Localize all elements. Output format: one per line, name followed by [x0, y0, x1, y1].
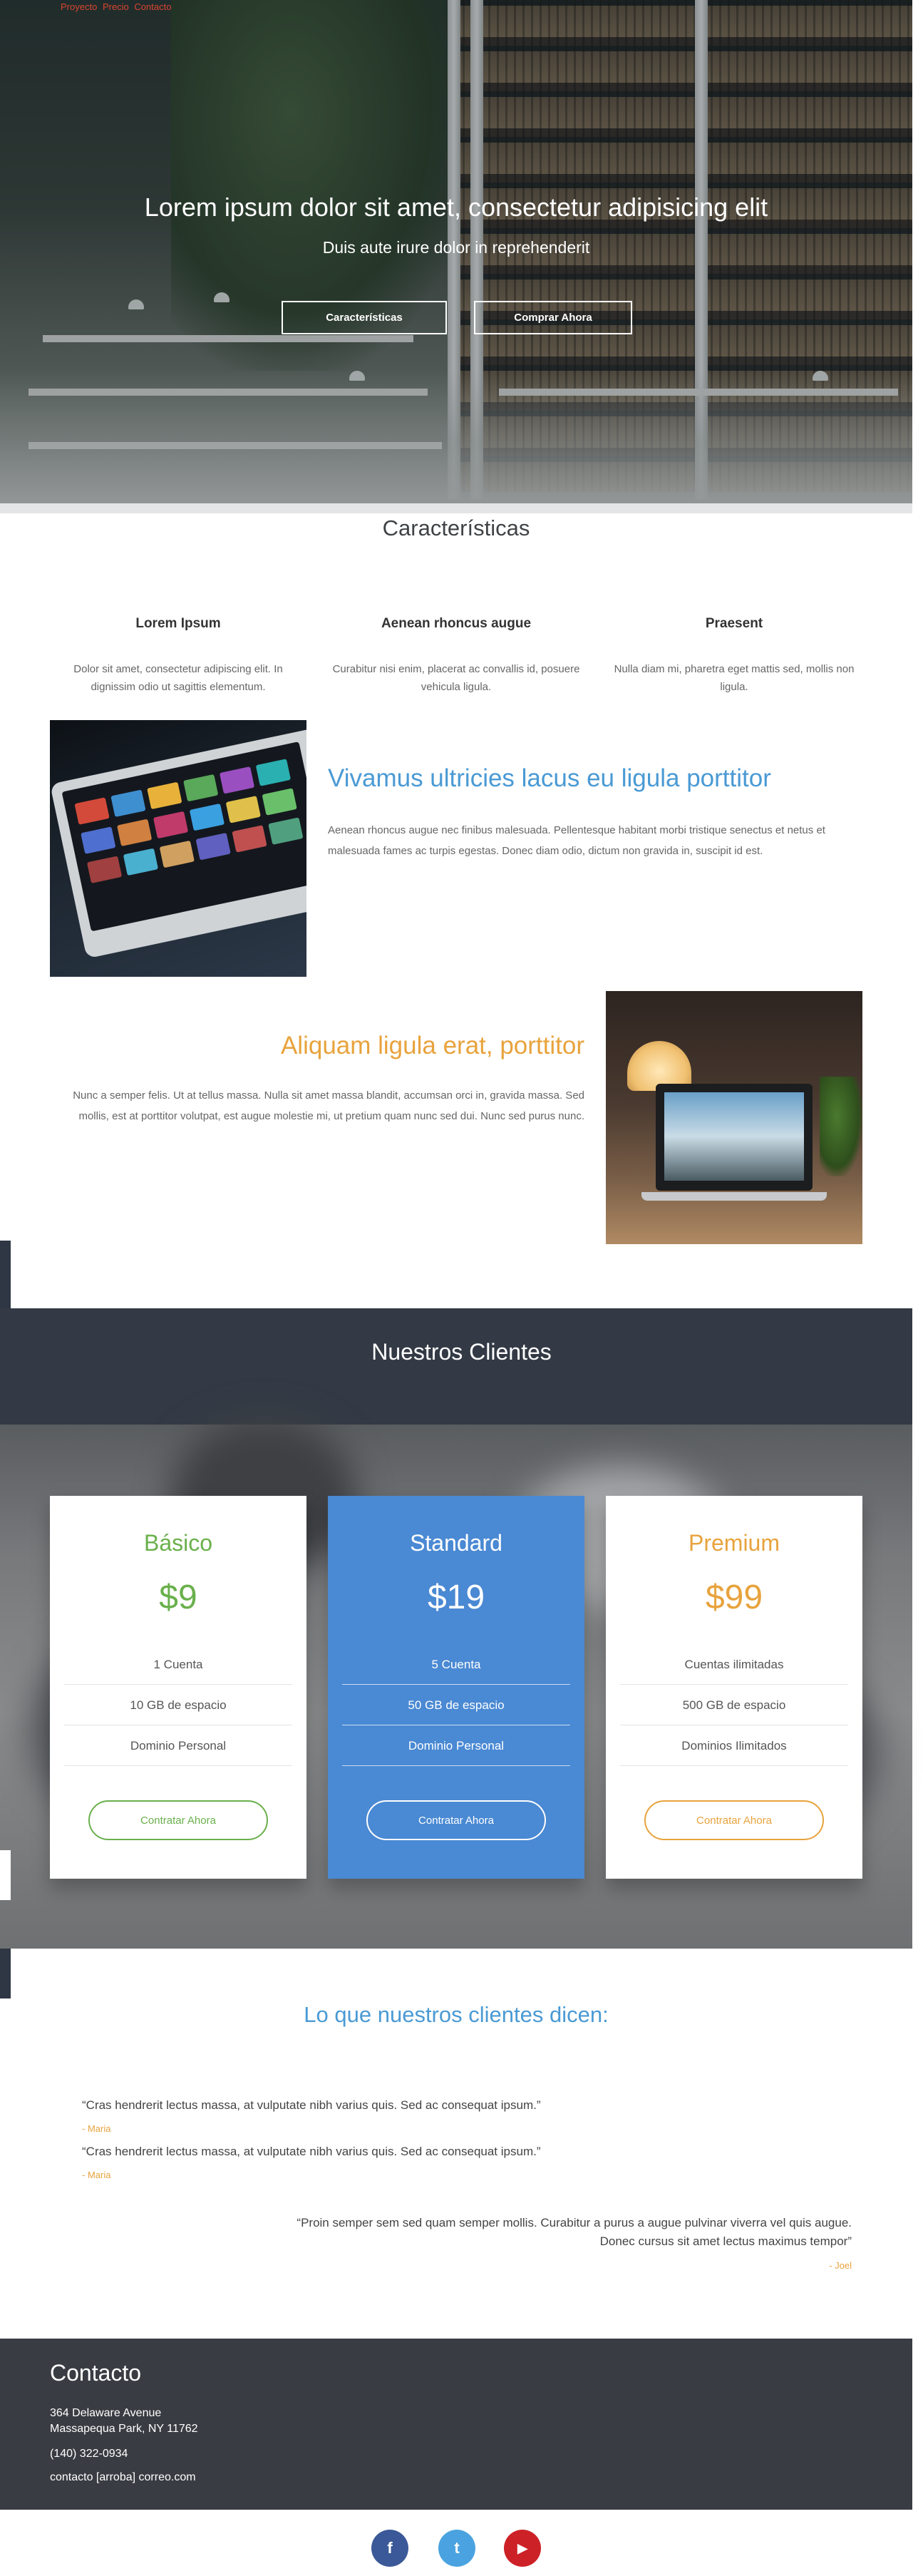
app-tile [195, 833, 231, 861]
laptop-base [641, 1192, 827, 1201]
plan-card-premium: Premium $99 Cuentas ilimitadas 500 GB de… [606, 1496, 862, 1879]
app-tile [159, 840, 195, 868]
plan-features: Cuentas ilimitadas 500 GB de espacio Dom… [620, 1644, 848, 1766]
plan-features: 5 Cuenta 50 GB de espacio Dominio Person… [342, 1644, 570, 1766]
plan-card-standard: Standard $19 5 Cuenta 50 GB de espacio D… [328, 1496, 584, 1879]
plan-name: Standard [410, 1530, 502, 1556]
testimonial-quote: “Cras hendrerit lectus massa, at vulputa… [82, 2145, 541, 2158]
app-tile [219, 766, 255, 794]
tablet-screen [61, 742, 306, 932]
contact-address-line1: 364 Delaware Avenue [50, 2407, 162, 2419]
hire-button-basico[interactable]: Contratar Ahora [88, 1800, 268, 1840]
feature-title: Praesent [705, 616, 763, 631]
plan-feature: Dominio Personal [64, 1725, 292, 1766]
app-tile [110, 789, 146, 817]
app-tile [225, 796, 261, 823]
left-edge-strip [0, 1308, 11, 1425]
contact-title: Contacto [50, 2360, 142, 2386]
feature-title: Lorem Ipsum [135, 616, 221, 631]
app-tile [189, 803, 225, 831]
app-tile [153, 811, 189, 839]
plan-feature: Dominios Ilimitados [620, 1725, 848, 1766]
plan-name: Básico [143, 1530, 213, 1556]
left-edge-gap [0, 1850, 11, 1900]
media-title: Aliquam ligula erat, porttitor [280, 1032, 584, 1059]
feature-item: Praesent Nulla diam mi, pharetra eget ma… [609, 616, 859, 696]
features-button[interactable]: Características [282, 301, 447, 334]
hire-button-standard[interactable]: Contratar Ahora [366, 1800, 546, 1840]
clients-title: Nuestros Clientes [371, 1339, 552, 1365]
facebook-glyph: f [387, 2539, 393, 2557]
feature-item: Aenean rhoncus augue Curabitur nisi enim… [331, 616, 581, 696]
app-tile [86, 856, 123, 883]
top-nav: Proyecto Precio Contacto [61, 1, 174, 12]
laptop-photo [606, 991, 862, 1244]
app-tile [147, 781, 182, 810]
plan-price: $9 [159, 1579, 197, 1616]
testimonials-title: Lo que nuestros clientes dicen: [304, 2002, 609, 2027]
plant-icon [820, 1077, 862, 1176]
app-tile [117, 819, 153, 847]
laptop-device [656, 1084, 813, 1191]
nav-link-contacto[interactable]: Contacto [134, 1, 171, 12]
plan-feature: 1 Cuenta [64, 1644, 292, 1685]
testimonial-author: - Maria [82, 2170, 111, 2180]
feature-text: Curabitur nisi enim, placerat ac convall… [332, 663, 580, 693]
app-tile [123, 848, 159, 876]
nav-link-precio[interactable]: Precio [103, 1, 129, 12]
feature-text: Dolor sit amet, consectetur adipiscing e… [73, 663, 283, 693]
plan-feature: Cuentas ilimitadas [620, 1644, 848, 1685]
tablet-device [50, 726, 306, 959]
facebook-icon[interactable]: f [371, 2530, 408, 2567]
plan-feature: 50 GB de espacio [342, 1685, 570, 1725]
media-text: Nunc a semper felis. Ut at tellus massa.… [73, 1089, 584, 1122]
contact-email: contacto [arroba] correo.com [50, 2471, 196, 2483]
hire-button-premium[interactable]: Contratar Ahora [644, 1800, 824, 1840]
media-title: Vivamus ultricies lacus eu ligula portti… [328, 764, 771, 792]
media-text: Aenean rhoncus augue nec finibus malesua… [328, 824, 825, 857]
app-tile [232, 825, 267, 853]
hero-subtitle: Duis aute irure dolor in reprehenderit [322, 238, 590, 257]
plan-price: $99 [705, 1579, 763, 1616]
feature-item: Lorem Ipsum Dolor sit amet, consectetur … [53, 616, 303, 696]
youtube-glyph: ▶ [517, 2540, 527, 2555]
feature-title: Aenean rhoncus augue [381, 616, 532, 631]
app-tile [262, 788, 297, 816]
plan-feature: 10 GB de espacio [64, 1685, 292, 1725]
app-tile [81, 826, 116, 854]
left-edge-strip [0, 1241, 11, 1308]
twitter-icon[interactable]: t [438, 2530, 475, 2567]
contact-phone: (140) 322-0934 [50, 2448, 128, 2460]
testimonial-quote: “Cras hendrerit lectus massa, at vulputa… [82, 2098, 541, 2112]
youtube-icon[interactable]: ▶ [504, 2530, 541, 2567]
feature-text: Nulla diam mi, pharetra eget mattis sed,… [614, 663, 855, 693]
app-tile [268, 817, 304, 845]
app-tile [255, 759, 292, 786]
nav-link-proyecto[interactable]: Proyecto [61, 1, 97, 12]
testimonial-quote: “Proin semper sem sed quam semper mollis… [297, 2216, 852, 2248]
plan-feature: 500 GB de espacio [620, 1685, 848, 1725]
testimonial-author: - Maria [82, 2123, 111, 2134]
plan-name: Premium [688, 1530, 780, 1556]
plan-feature: Dominio Personal [342, 1725, 570, 1766]
tablet-photo [50, 720, 306, 977]
app-tile [183, 774, 219, 802]
contact-section: Contacto 364 Delaware Avenue Massapequa … [0, 2339, 912, 2510]
contact-address-line2: Massapequa Park, NY 11762 [50, 2423, 198, 2435]
left-edge-strip [0, 1949, 11, 1998]
buy-now-button[interactable]: Comprar Ahora [474, 301, 632, 334]
features-title: Características [382, 515, 530, 540]
twitter-glyph: t [454, 2539, 460, 2557]
testimonial-author: - Joel [829, 2260, 852, 2271]
plan-feature: 5 Cuenta [342, 1644, 570, 1685]
hero-bottom-bar [0, 503, 912, 513]
hero-title: Lorem ipsum dolor sit amet, consectetur … [144, 193, 768, 222]
plan-price: $19 [427, 1579, 485, 1616]
app-tile [74, 797, 110, 825]
plan-features: 1 Cuenta 10 GB de espacio Dominio Person… [64, 1644, 292, 1766]
laptop-screen-image [664, 1092, 804, 1181]
plan-card-basico: Básico $9 1 Cuenta 10 GB de espacio Domi… [50, 1496, 306, 1879]
clients-header [11, 1308, 912, 1425]
